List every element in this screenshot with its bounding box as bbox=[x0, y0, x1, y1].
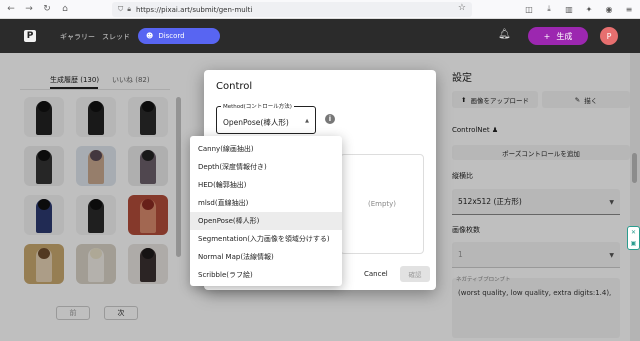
widget-icon[interactable]: ▣ bbox=[631, 240, 637, 247]
plus-icon: + bbox=[543, 31, 551, 41]
back-icon[interactable]: ← bbox=[4, 2, 18, 16]
menu-item-mlsd[interactable]: mlsd(直線抽出) bbox=[190, 194, 342, 212]
menu-icon[interactable]: ≡ bbox=[622, 2, 636, 16]
menu-item-depth[interactable]: Depth(深度情報付き) bbox=[190, 158, 342, 176]
close-icon[interactable]: ✕ bbox=[631, 229, 636, 236]
address-bar[interactable]: ⛉ 🔒︎ https://pixai.art/submit/gen-multi … bbox=[112, 2, 472, 17]
bookmark-star-icon[interactable]: ☆ bbox=[458, 3, 466, 13]
browser-actions: ◫ ⤓ ▥ ✦ ◉ ≡ bbox=[522, 2, 636, 16]
preview-area: (Empty) bbox=[340, 154, 424, 254]
reload-icon[interactable]: ↻ bbox=[40, 2, 54, 16]
forward-icon[interactable]: → bbox=[22, 2, 36, 16]
menu-item-segmentation[interactable]: Segmentation(入力画像を領域分けする) bbox=[190, 230, 342, 248]
lock-icon: 🔒︎ bbox=[127, 5, 131, 13]
nav-threads[interactable]: スレッド bbox=[102, 32, 130, 42]
method-legend: Method(コントロール方法) bbox=[221, 102, 294, 110]
app-header: P ギャラリー スレッド ☻ Discord 🔔︎ + 生成 P bbox=[0, 19, 640, 53]
avatar[interactable]: P bbox=[600, 27, 618, 45]
cancel-button[interactable]: Cancel bbox=[364, 270, 388, 278]
method-dropdown-menu: Canny(線画抽出) Depth(深度情報付き) HED(輪郭抽出) mlsd… bbox=[190, 136, 342, 286]
info-icon[interactable]: i bbox=[325, 114, 335, 124]
menu-item-canny[interactable]: Canny(線画抽出) bbox=[190, 140, 342, 158]
notification-bell-icon[interactable]: 🔔︎ bbox=[498, 29, 511, 40]
discord-button[interactable]: ☻ Discord bbox=[138, 28, 220, 44]
browser-toolbar: ← → ↻ ⌂ ⛉ 🔒︎ https://pixai.art/submit/ge… bbox=[0, 0, 640, 19]
generate-button[interactable]: + 生成 bbox=[528, 27, 588, 45]
account-icon[interactable]: ◉ bbox=[602, 2, 616, 16]
menu-item-normal-map[interactable]: Normal Map(法線情報) bbox=[190, 248, 342, 266]
url-text: https://pixai.art/submit/gen-multi bbox=[135, 5, 253, 14]
nav-gallery[interactable]: ギャラリー bbox=[60, 32, 95, 42]
discord-label: Discord bbox=[158, 32, 185, 40]
menu-item-scribble[interactable]: Scribble(ラフ絵) bbox=[190, 266, 342, 284]
confirm-button[interactable]: 確認 bbox=[400, 266, 430, 282]
pocket-icon[interactable]: ◫ bbox=[522, 2, 536, 16]
dropdown-arrow-icon: ▲ bbox=[305, 118, 309, 124]
generate-label: 生成 bbox=[556, 31, 573, 41]
menu-item-hed[interactable]: HED(輪郭抽出) bbox=[190, 176, 342, 194]
dialog-title: Control bbox=[216, 81, 253, 92]
preview-empty-text: (Empty) bbox=[367, 200, 397, 208]
menu-item-openpose[interactable]: OpenPose(棒人形) bbox=[190, 212, 342, 230]
app-logo[interactable]: P bbox=[24, 30, 36, 42]
shield-icon: ⛉ bbox=[118, 5, 124, 13]
method-value: OpenPose(棒人形) bbox=[223, 118, 289, 127]
side-widget[interactable]: ✕ ▣ bbox=[627, 226, 640, 250]
method-select[interactable]: Method(コントロール方法) OpenPose(棒人形) ▲ bbox=[216, 102, 316, 134]
extensions-icon[interactable]: ✦ bbox=[582, 2, 596, 16]
library-icon[interactable]: ▥ bbox=[562, 2, 576, 16]
home-icon[interactable]: ⌂ bbox=[58, 2, 72, 16]
download-icon[interactable]: ⤓ bbox=[542, 2, 556, 16]
discord-icon: ☻ bbox=[146, 32, 154, 40]
